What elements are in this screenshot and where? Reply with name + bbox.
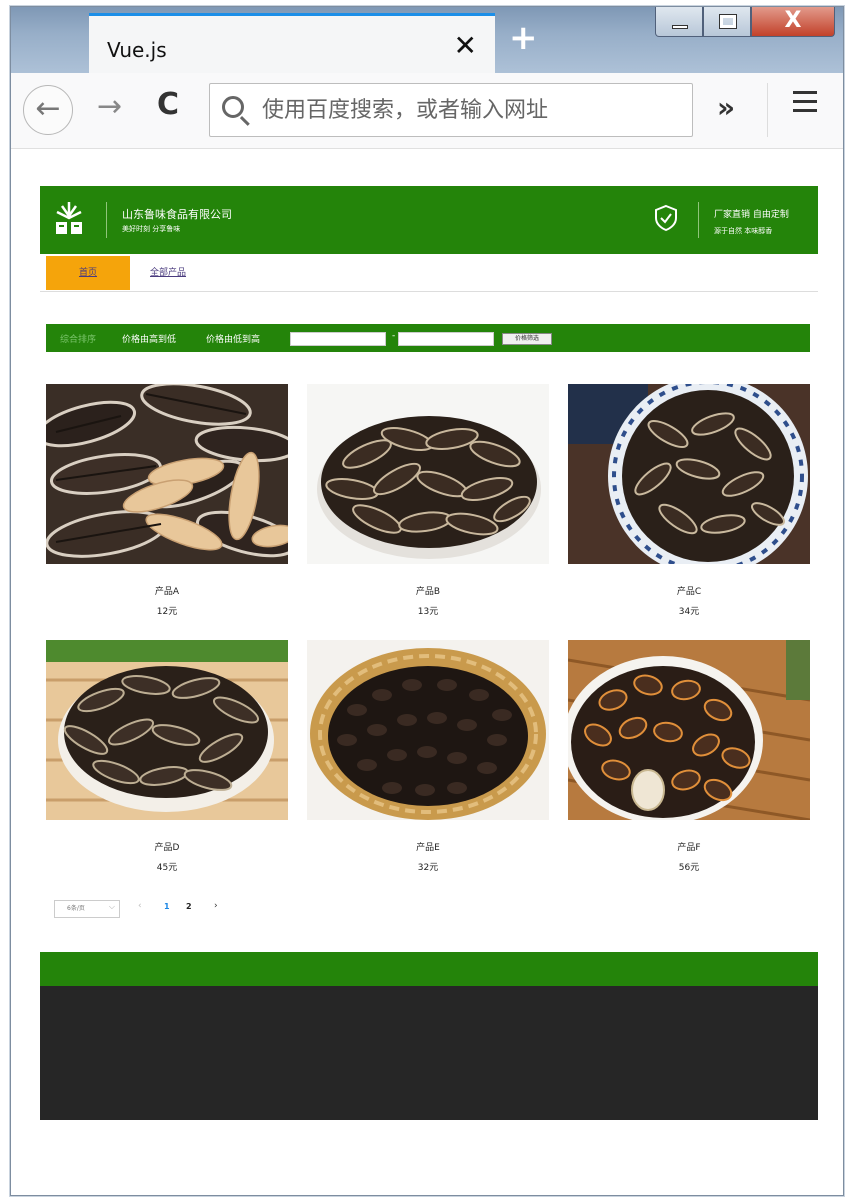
- url-input[interactable]: [262, 92, 682, 128]
- product-card[interactable]: 产品B 13元: [307, 384, 549, 617]
- page-size-select[interactable]: 6条/页: [54, 899, 120, 918]
- forward-button[interactable]: →: [97, 89, 122, 124]
- header-divider: [698, 202, 699, 238]
- product-image[interactable]: [568, 384, 810, 564]
- product-name: 产品D: [154, 843, 180, 853]
- footer: [40, 986, 818, 1120]
- header-subtagline: 源于自然 本味醇香: [714, 227, 773, 235]
- product-price: 56元: [678, 863, 700, 873]
- product-price: 34元: [678, 607, 700, 617]
- sort-price-asc-option[interactable]: 价格由低到高: [206, 332, 260, 345]
- max-price-input[interactable]: [398, 332, 494, 346]
- browser-tab[interactable]: Vue.js ✕: [89, 13, 495, 75]
- company-slogan: 美好时刻 分享鲁味: [122, 225, 181, 233]
- price-filter-button[interactable]: 价格筛选: [502, 333, 552, 345]
- product-price: 13元: [417, 607, 439, 617]
- window-maximize-button[interactable]: [703, 7, 751, 37]
- product-card[interactable]: 产品E 32元: [307, 640, 549, 873]
- site-nav: 首页 全部产品: [40, 256, 818, 292]
- header-divider: [106, 202, 107, 238]
- page-number-2[interactable]: 2: [186, 902, 192, 911]
- page-number-1[interactable]: 1: [164, 902, 170, 911]
- tab-close-icon[interactable]: ✕: [454, 32, 477, 60]
- sort-filter-bar: 综合排序 价格由高到低 价格由低到高 - 价格筛选: [46, 324, 810, 352]
- shield-check-icon: [655, 204, 677, 232]
- product-image[interactable]: [46, 640, 288, 820]
- window-minimize-button[interactable]: [655, 7, 703, 37]
- nav-all-products-link[interactable]: 全部产品: [150, 256, 186, 290]
- company-logo-icon: [56, 202, 82, 234]
- reload-button[interactable]: C: [157, 87, 179, 122]
- prev-page-button[interactable]: ‹: [138, 901, 142, 911]
- product-card[interactable]: 产品C 34元: [568, 384, 810, 617]
- next-page-button[interactable]: ›: [214, 901, 218, 911]
- product-name: 产品B: [415, 587, 441, 597]
- product-name: 产品F: [677, 843, 701, 853]
- min-price-input[interactable]: [290, 332, 386, 346]
- navigation-toolbar: ← → C »: [11, 73, 843, 149]
- range-separator: -: [392, 331, 396, 341]
- product-card[interactable]: 产品A 12元: [46, 384, 288, 617]
- search-icon: [222, 96, 244, 118]
- back-button[interactable]: ←: [23, 85, 73, 135]
- window-close-icon: X: [784, 8, 802, 33]
- web-page: 山东鲁味食品有限公司 美好时刻 分享鲁味 厂家直销 自由定制 源于自然 本味醇香…: [40, 186, 818, 1120]
- address-bar[interactable]: [209, 83, 693, 137]
- footer-bar: [40, 952, 818, 986]
- title-bar: Vue.js ✕ + X: [11, 7, 843, 75]
- site-header: 山东鲁味食品有限公司 美好时刻 分享鲁味 厂家直销 自由定制 源于自然 本味醇香: [40, 186, 818, 254]
- sort-price-desc-option[interactable]: 价格由高到低: [122, 332, 176, 345]
- minimize-icon: [672, 25, 688, 29]
- product-image[interactable]: [307, 640, 549, 820]
- product-price: 45元: [156, 863, 178, 873]
- company-name: 山东鲁味食品有限公司: [122, 208, 232, 221]
- toolbar-divider: [767, 83, 768, 137]
- header-tagline: 厂家直销 自由定制: [714, 210, 789, 220]
- product-image[interactable]: [307, 384, 549, 564]
- overflow-menu-button[interactable]: »: [717, 91, 735, 124]
- window-close-button[interactable]: X: [751, 7, 835, 37]
- maximize-icon: [719, 14, 737, 29]
- hamburger-menu-icon[interactable]: [793, 91, 817, 113]
- tab-title: Vue.js: [107, 38, 167, 62]
- product-card[interactable]: 产品D 45元: [46, 640, 288, 873]
- sort-default-option[interactable]: 综合排序: [60, 332, 96, 345]
- product-name: 产品C: [676, 587, 702, 597]
- product-price: 32元: [417, 863, 439, 873]
- product-image[interactable]: [46, 384, 288, 564]
- product-card[interactable]: 产品F 56元: [568, 640, 810, 873]
- product-price: 12元: [156, 607, 178, 617]
- nav-home-link[interactable]: 首页: [46, 256, 130, 290]
- product-name: 产品E: [416, 843, 440, 853]
- new-tab-icon[interactable]: +: [509, 21, 538, 55]
- pagination: 6条/页 ‹ 1 2 ›: [54, 899, 354, 920]
- product-image[interactable]: [568, 640, 810, 820]
- product-name: 产品A: [154, 587, 180, 597]
